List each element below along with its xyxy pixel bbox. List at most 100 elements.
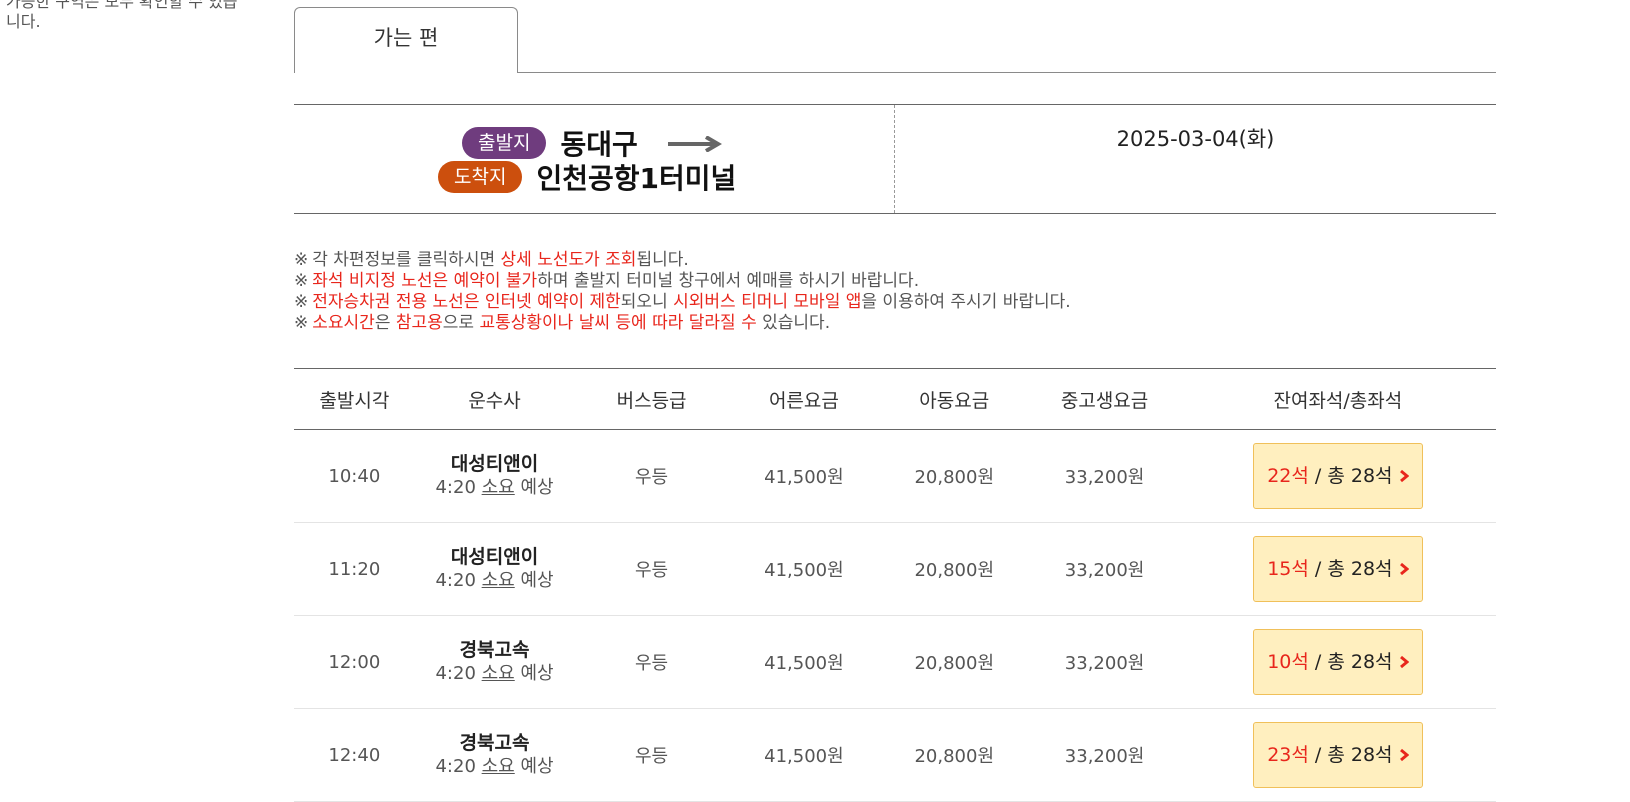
remaining-seats: 10석 — [1267, 651, 1309, 673]
header-child-fare: 아동요금 — [879, 368, 1030, 430]
header-bus-grade: 버스등급 — [574, 368, 729, 430]
duration-label: 소요 — [481, 756, 515, 777]
notice-text: 있습니다. — [756, 313, 831, 333]
header-adult-fare: 어른요금 — [728, 368, 880, 430]
seats-cell: 22석 / 총 28석 — [1179, 429, 1496, 523]
route-summary: 출발지 동대구 도착지 인천공항1터미널 2025-03-04(화) — [294, 104, 1496, 214]
departure-time: 12:00 — [294, 615, 415, 709]
arrow-right-icon — [667, 136, 724, 152]
child-fare: 20,800원 — [879, 522, 1030, 616]
teen-fare: 33,200원 — [1029, 522, 1180, 616]
company-cell: 경북고속 4:20 소요 예상 — [414, 615, 575, 709]
seat-select-button[interactable]: 10석 / 총 28석 — [1252, 629, 1423, 695]
total-seats: / 총 28석 — [1314, 465, 1393, 487]
notice-highlight: 참고용 — [395, 313, 443, 333]
arrival-badge: 도착지 — [438, 161, 523, 193]
side-text: 가능한 구역은 모두 확인할 수 있습니다. — [6, 0, 238, 31]
duration: 4:20 소요 예상 — [416, 476, 574, 500]
seat-select-button[interactable]: 22석 / 총 28석 — [1252, 443, 1423, 509]
duration-time: 4:20 — [435, 570, 476, 591]
notice-item: ※ 전자승차권 전용 노선은 인터넷 예약이 제한되오니 시외버스 티머니 모바일… — [294, 292, 1496, 313]
arrival-place: 인천공항1터미널 — [536, 162, 737, 195]
teen-fare: 33,200원 — [1029, 429, 1180, 523]
duration-suffix: 예상 — [520, 663, 554, 684]
tab-bar: 가는 편 — [294, 0, 1496, 73]
seat-select-button[interactable]: 15석 / 총 28석 — [1252, 536, 1423, 602]
adult-fare: 41,500원 — [728, 429, 880, 523]
duration-time: 4:20 — [435, 756, 476, 777]
duration-suffix: 예상 — [520, 570, 554, 591]
departure-time: 12:40 — [294, 708, 415, 802]
teen-fare: 33,200원 — [1029, 708, 1180, 802]
company-name: 대성티앤이 — [450, 546, 539, 568]
table-header-row: 출발시각 운수사 버스등급 어른요금 아동요금 중고생요금 잔여좌석/총좌석 — [294, 368, 1496, 430]
seats-cell: 10석 / 총 28석 — [1179, 615, 1496, 709]
child-fare: 20,800원 — [879, 429, 1030, 523]
notice-mark: ※ — [294, 292, 309, 312]
tab-outbound[interactable]: 가는 편 — [294, 7, 518, 73]
schedule-table: 출발시각 운수사 버스등급 어른요금 아동요금 중고생요금 잔여좌석/총좌석 1… — [294, 368, 1496, 802]
company-name: 대성티앤이 — [450, 453, 539, 475]
notice-highlight: 소요시간 — [312, 313, 375, 333]
table-row[interactable]: 10:40 대성티앤이 4:20 소요 예상 우등 41,500원 20,800원 33,2… — [294, 429, 1496, 523]
notice-item: ※ 각 차편정보를 클릭하시면 상세 노선도가 조회됩니다. — [294, 250, 1496, 271]
notice-text: 각 차편정보를 클릭하시면 — [312, 250, 501, 270]
company-name: 경북고속 — [459, 639, 530, 661]
chevron-right-icon — [1399, 538, 1409, 602]
total-seats: / 총 28석 — [1314, 744, 1393, 766]
duration-suffix: 예상 — [520, 756, 554, 777]
seats-cell: 15석 / 총 28석 — [1179, 522, 1496, 616]
duration-time: 4:20 — [435, 663, 476, 684]
departure-time: 10:40 — [294, 429, 415, 523]
header-teen-fare: 중고생요금 — [1029, 368, 1180, 430]
adult-fare: 41,500원 — [728, 615, 880, 709]
child-fare: 20,800원 — [879, 708, 1030, 802]
teen-fare: 33,200원 — [1029, 615, 1180, 709]
bus-grade: 우등 — [574, 522, 729, 616]
notice-mark: ※ — [294, 313, 309, 333]
table-row[interactable]: 12:00 경북고속 4:20 소요 예상 우등 41,500원 20,800원 33,20… — [294, 615, 1496, 709]
notice-text: 은 — [374, 313, 396, 333]
notice-list: ※ 각 차편정보를 클릭하시면 상세 노선도가 조회됩니다. ※ 좌석 비지정 노선은… — [294, 250, 1496, 334]
duration: 4:20 소요 예상 — [416, 755, 574, 779]
departure-time: 11:20 — [294, 522, 415, 616]
chevron-right-icon — [1399, 445, 1409, 509]
route-places: 출발지 동대구 도착지 인천공항1터미널 — [294, 105, 895, 213]
adult-fare: 41,500원 — [728, 708, 880, 802]
chevron-right-icon — [1399, 724, 1409, 788]
bus-grade: 우등 — [574, 429, 729, 523]
main-content: 가는 편 출발지 동대구 도착지 인천공항1터미널 2025-03-04(화) … — [294, 0, 1496, 802]
notice-item: ※ 소요시간은 참고용으로 교통상황이나 날씨 등에 따라 달라질 수 있습니다. — [294, 313, 1496, 334]
remaining-seats: 22석 — [1267, 465, 1309, 487]
seats-cell: 23석 / 총 28석 — [1179, 708, 1496, 802]
seat-select-button[interactable]: 23석 / 총 28석 — [1252, 722, 1423, 788]
header-seats: 잔여좌석/총좌석 — [1179, 368, 1496, 430]
notice-mark: ※ — [294, 271, 309, 291]
notice-text: 되오니 — [620, 292, 674, 312]
notice-highlight: 전자승차권 전용 노선은 인터넷 예약이 제한 — [312, 292, 621, 312]
departure-date: 2025-03-04(화) — [1116, 127, 1275, 151]
arrival-row: 도착지 인천공항1터미널 — [438, 157, 736, 197]
duration-label: 소요 — [481, 663, 515, 684]
departure-badge: 출발지 — [462, 127, 547, 159]
notice-text: 을 이용하여 주시기 바랍니다. — [861, 292, 1071, 312]
notice-item: ※ 좌석 비지정 노선은 예약이 불가하며 출발지 터미널 창구에서 예매를 하시… — [294, 271, 1496, 292]
company-cell: 대성티앤이 4:20 소요 예상 — [414, 522, 575, 616]
adult-fare: 41,500원 — [728, 522, 880, 616]
notice-mark: ※ — [294, 250, 309, 270]
duration-time: 4:20 — [435, 477, 476, 498]
table-row[interactable]: 11:20 대성티앤이 4:20 소요 예상 우등 41,500원 20,800원 33,2… — [294, 522, 1496, 616]
duration: 4:20 소요 예상 — [416, 662, 574, 686]
duration: 4:20 소요 예상 — [416, 569, 574, 593]
company-cell: 경북고속 4:20 소요 예상 — [414, 708, 575, 802]
company-cell: 대성티앤이 4:20 소요 예상 — [414, 429, 575, 523]
notice-highlight: 교통상황이나 날씨 등에 따라 달라질 수 — [479, 313, 757, 333]
bus-grade: 우등 — [574, 615, 729, 709]
notice-highlight: 좌석 비지정 노선은 예약이 불가 — [312, 271, 538, 291]
table-row[interactable]: 12:40 경북고속 4:20 소요 예상 우등 41,500원 20,800원 33,20… — [294, 708, 1496, 802]
notice-text: 하며 출발지 터미널 창구에서 예매를 하시기 바랍니다. — [537, 271, 920, 291]
total-seats: / 총 28석 — [1314, 558, 1393, 580]
total-seats: / 총 28석 — [1314, 651, 1393, 673]
duration-suffix: 예상 — [520, 477, 554, 498]
chevron-right-icon — [1399, 631, 1409, 695]
